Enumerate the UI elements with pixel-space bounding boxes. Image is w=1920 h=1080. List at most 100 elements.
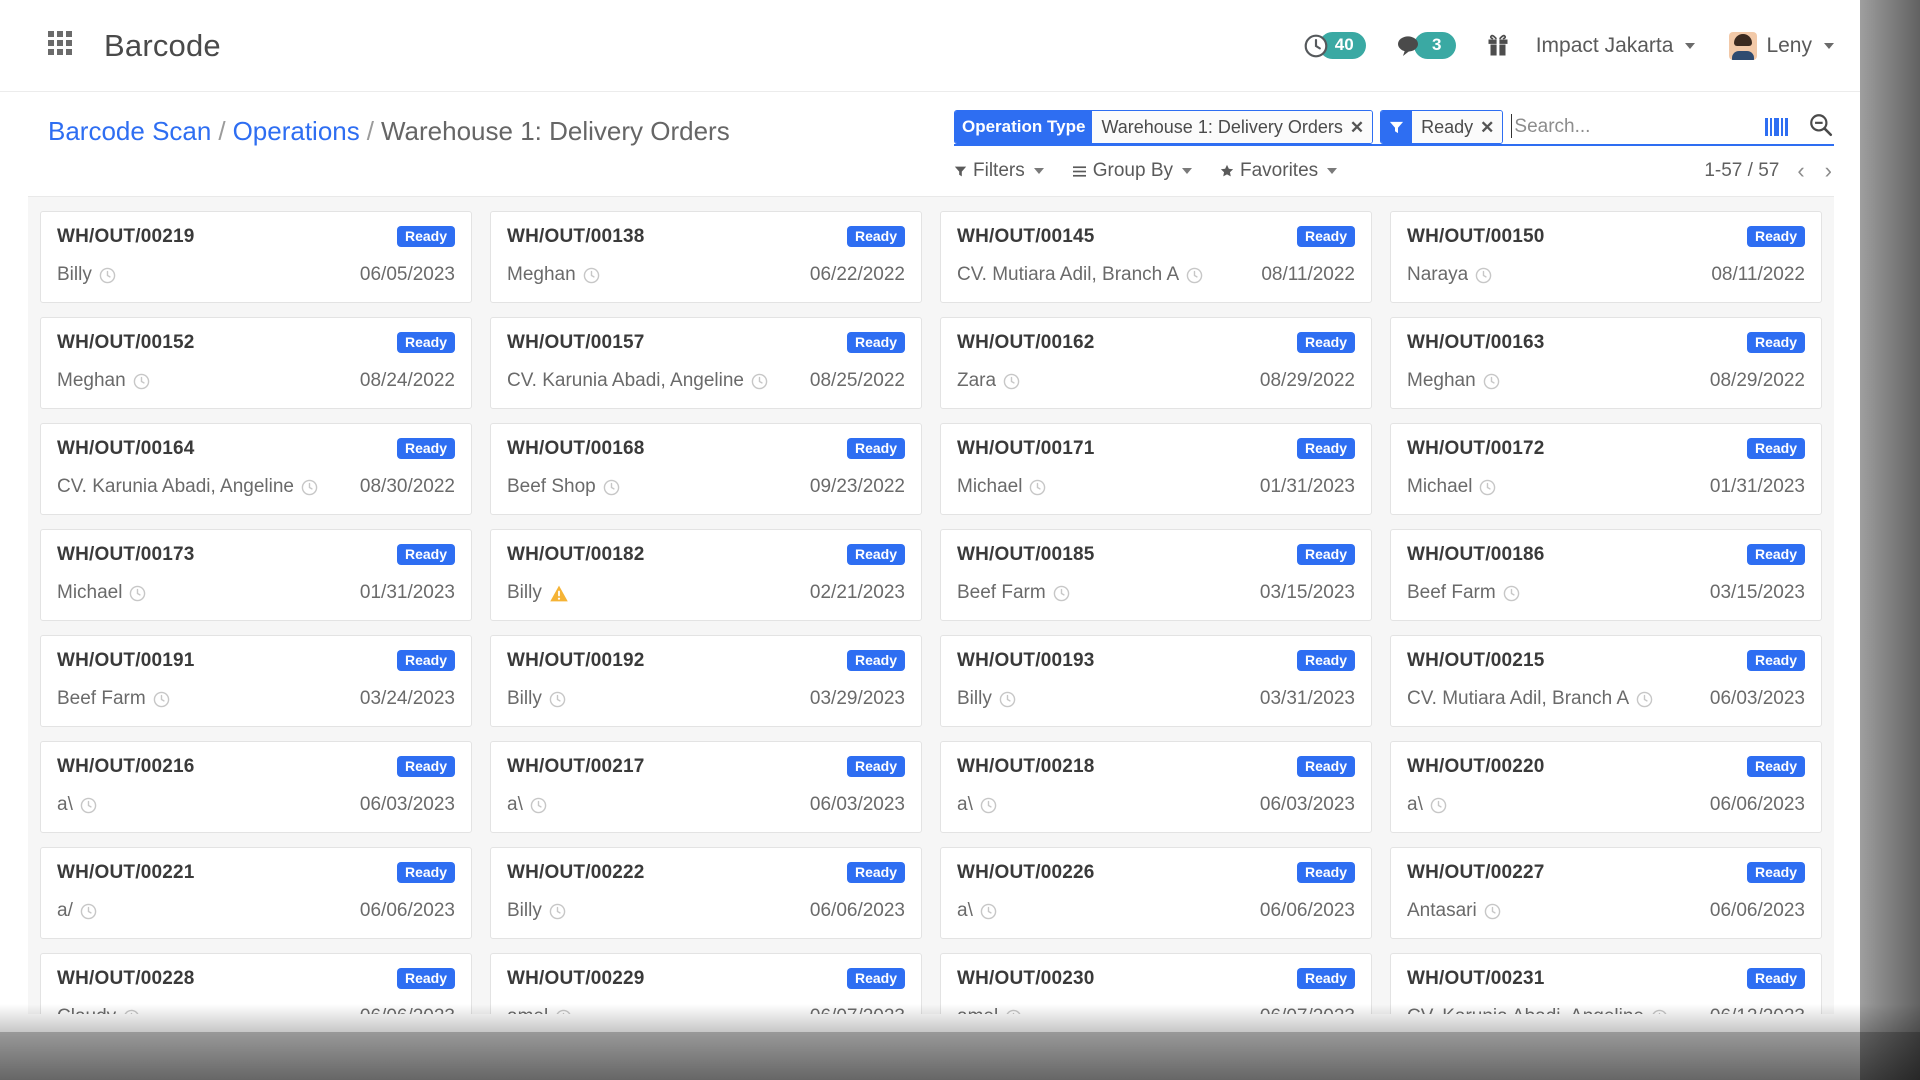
kanban-card[interactable]: WH/OUT/00173 Ready Michael 01/31/2023 bbox=[40, 529, 472, 621]
kanban-card[interactable]: WH/OUT/00168 Ready Beef Shop 09/23/2022 bbox=[490, 423, 922, 515]
kanban-card[interactable]: WH/OUT/00162 Ready Zara 08/29/2022 bbox=[940, 317, 1372, 409]
kanban-card[interactable]: WH/OUT/00219 Ready Billy 06/05/2023 bbox=[40, 211, 472, 303]
kanban-card[interactable]: WH/OUT/00216 Ready a\ 06/03/2023 bbox=[40, 741, 472, 833]
kanban-card[interactable]: WH/OUT/00172 Ready Michael 01/31/2023 bbox=[1390, 423, 1822, 515]
company-switcher[interactable]: Impact Jakarta bbox=[1536, 34, 1696, 58]
chevron-down-icon bbox=[1824, 42, 1834, 49]
chevron-down-icon bbox=[1033, 168, 1044, 174]
kanban-card[interactable]: WH/OUT/00138 Ready Meghan 06/22/2022 bbox=[490, 211, 922, 303]
kanban-card[interactable]: WH/OUT/00192 Ready Billy 03/29/2023 bbox=[490, 635, 922, 727]
card-partner: Beef Farm bbox=[57, 688, 170, 710]
kanban-card[interactable]: WH/OUT/00217 Ready a\ 06/03/2023 bbox=[490, 741, 922, 833]
search-input[interactable] bbox=[1510, 116, 1751, 138]
facet-remove-icon[interactable]: ✕ bbox=[1480, 119, 1494, 136]
status-badge: Ready bbox=[846, 332, 905, 353]
card-scheduled-date: 09/23/2022 bbox=[809, 476, 905, 497]
status-badge: Ready bbox=[1746, 756, 1805, 777]
kanban-card[interactable]: WH/OUT/00185 Ready Beef Farm 03/15/2023 bbox=[940, 529, 1372, 621]
card-footer: Billy 02/21/2023 bbox=[507, 582, 905, 604]
kanban-card[interactable]: WH/OUT/00171 Ready Michael 01/31/2023 bbox=[940, 423, 1372, 515]
card-header: WH/OUT/00218 Ready bbox=[957, 756, 1355, 778]
barcode-icon[interactable] bbox=[1765, 118, 1788, 136]
breadcrumb-item-operations[interactable]: Operations bbox=[233, 116, 360, 146]
pager-next-icon[interactable]: › bbox=[1823, 160, 1834, 182]
card-header: WH/OUT/00168 Ready bbox=[507, 438, 905, 460]
card-footer: Naraya 08/11/2022 bbox=[1407, 264, 1805, 286]
card-footer: Antasari 06/06/2023 bbox=[1407, 900, 1805, 922]
card-scheduled-date: 06/06/2023 bbox=[1709, 900, 1805, 921]
card-partner-name: Beef Farm bbox=[57, 688, 146, 709]
card-partner: Billy bbox=[507, 582, 569, 604]
search-facet-operation-type[interactable]: Operation Type Warehouse 1: Delivery Ord… bbox=[954, 110, 1374, 144]
card-partner: Michael bbox=[57, 582, 146, 604]
kanban-card[interactable]: WH/OUT/00164 Ready CV. Karunia Abadi, Ange… bbox=[40, 423, 472, 515]
card-reference: WH/OUT/00216 bbox=[57, 756, 195, 777]
kanban-grid: WH/OUT/00219 Ready Billy 06/05/2023 WH/OUT/0… bbox=[40, 211, 1822, 1014]
card-header: WH/OUT/00152 Ready bbox=[57, 332, 455, 354]
card-footer: CV. Mutiara Adil, Branch A 06/03/2023 bbox=[1407, 688, 1805, 710]
breadcrumb-item-barcode-scan[interactable]: Barcode Scan bbox=[48, 116, 211, 146]
group-by-dropdown[interactable]: Group By bbox=[1072, 160, 1192, 182]
card-partner-name: Billy bbox=[507, 688, 542, 709]
chat-bubble-icon bbox=[1396, 33, 1424, 59]
user-menu[interactable]: Leny bbox=[1729, 31, 1834, 60]
card-header: WH/OUT/00191 Ready bbox=[57, 650, 455, 672]
card-reference: WH/OUT/00218 bbox=[957, 756, 1095, 777]
card-partner-name: Michael bbox=[957, 476, 1023, 497]
messages-menu[interactable]: 3 bbox=[1396, 32, 1456, 59]
status-badge: Ready bbox=[846, 650, 905, 671]
card-partner: Beef Farm bbox=[957, 582, 1070, 604]
card-header: WH/OUT/00192 Ready bbox=[507, 650, 905, 672]
kanban-card[interactable]: WH/OUT/00150 Ready Naraya 08/11/2022 bbox=[1390, 211, 1822, 303]
activities-menu[interactable]: 40 bbox=[1303, 32, 1366, 59]
card-header: WH/OUT/00215 Ready bbox=[1407, 650, 1805, 672]
clock-icon bbox=[1186, 267, 1203, 283]
list-icon bbox=[1072, 165, 1086, 177]
facet-remove-icon[interactable]: ✕ bbox=[1350, 119, 1364, 136]
card-scheduled-date: 06/22/2022 bbox=[809, 264, 905, 285]
kanban-card[interactable]: WH/OUT/00145 Ready CV. Mutiara Adil, Branc… bbox=[940, 211, 1372, 303]
status-badge: Ready bbox=[1746, 650, 1805, 671]
card-reference: WH/OUT/00222 bbox=[507, 862, 645, 883]
status-badge: Ready bbox=[396, 332, 455, 353]
card-partner-name: Beef Shop bbox=[507, 476, 596, 497]
search-facet-status[interactable]: Ready ✕ bbox=[1380, 110, 1504, 144]
card-header: WH/OUT/00163 Ready bbox=[1407, 332, 1805, 354]
kanban-card[interactable]: WH/OUT/00163 Ready Meghan 08/29/2022 bbox=[1390, 317, 1822, 409]
card-reference: WH/OUT/00227 bbox=[1407, 862, 1545, 883]
kanban-card[interactable]: WH/OUT/00222 Ready Billy 06/06/2023 bbox=[490, 847, 922, 939]
kanban-card[interactable]: WH/OUT/00226 Ready a\ 06/06/2023 bbox=[940, 847, 1372, 939]
pager-previous-icon[interactable]: ‹ bbox=[1795, 160, 1806, 182]
apps-menu-icon[interactable] bbox=[48, 30, 78, 61]
card-scheduled-date: 02/21/2023 bbox=[809, 582, 905, 603]
card-header: WH/OUT/00219 Ready bbox=[57, 226, 455, 248]
search-icon[interactable] bbox=[1808, 112, 1834, 143]
navbar-right-group: 40 3 Impact Jakarta Leny bbox=[1303, 31, 1834, 60]
kanban-card[interactable]: WH/OUT/00221 Ready a/06/06/2023 bbox=[40, 847, 472, 939]
gift-icon[interactable] bbox=[1486, 33, 1510, 59]
kanban-card[interactable]: WH/OUT/00182 Ready Billy 02/21/2023 bbox=[490, 529, 922, 621]
card-header: WH/OUT/00220 Ready bbox=[1407, 756, 1805, 778]
kanban-card[interactable]: WH/OUT/00220 Ready a\ 06/06/2023 bbox=[1390, 741, 1822, 833]
kanban-card[interactable]: WH/OUT/00191 Ready Beef Farm 03/24/2023 bbox=[40, 635, 472, 727]
card-footer: CV. Karunia Abadi, Angeline 08/30/2022 bbox=[57, 476, 455, 498]
kanban-card[interactable]: WH/OUT/00218 Ready a\ 06/03/2023 bbox=[940, 741, 1372, 833]
filters-dropdown[interactable]: Filters bbox=[954, 160, 1044, 182]
kanban-card[interactable]: WH/OUT/00152 Ready Meghan 08/24/2022 bbox=[40, 317, 472, 409]
card-partner-name: Meghan bbox=[507, 264, 576, 285]
kanban-card[interactable]: WH/OUT/00157 Ready CV. Karunia Abadi, Ange… bbox=[490, 317, 922, 409]
kanban-card[interactable]: WH/OUT/00215 Ready CV. Mutiara Adil, Branc… bbox=[1390, 635, 1822, 727]
card-partner: Billy bbox=[507, 688, 566, 710]
card-scheduled-date: 08/11/2022 bbox=[1261, 264, 1355, 285]
kanban-card[interactable]: WH/OUT/00186 Ready Beef Farm 03/15/2023 bbox=[1390, 529, 1822, 621]
kanban-card[interactable]: WH/OUT/00193 Ready Billy 03/31/2023 bbox=[940, 635, 1372, 727]
card-scheduled-date: 06/05/2023 bbox=[359, 264, 455, 285]
kanban-card[interactable]: WH/OUT/00227 Ready Antasari 06/06/2023 bbox=[1390, 847, 1822, 939]
pager-range-label: 1-57 / 57 bbox=[1704, 160, 1780, 181]
card-scheduled-date: 06/06/2023 bbox=[359, 900, 455, 921]
favorites-dropdown[interactable]: Favorites bbox=[1220, 160, 1338, 182]
card-scheduled-date: 08/24/2022 bbox=[359, 370, 455, 391]
status-badge: Ready bbox=[846, 862, 905, 883]
clock-icon bbox=[1484, 903, 1500, 919]
card-reference: WH/OUT/00172 bbox=[1407, 438, 1545, 459]
